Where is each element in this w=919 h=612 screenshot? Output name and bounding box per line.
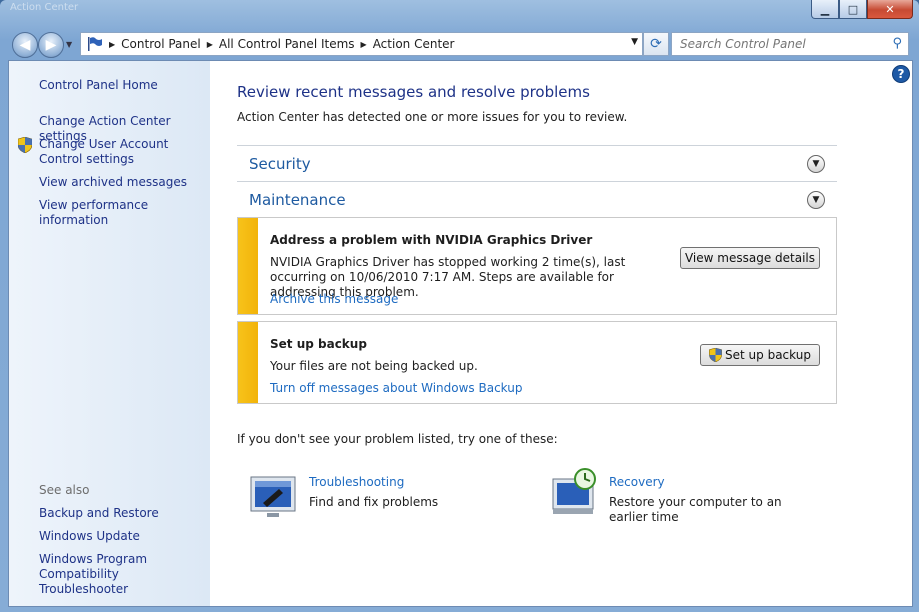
- set-up-backup-button[interactable]: Set up backup: [700, 344, 820, 366]
- section-security-label: Security: [249, 155, 311, 173]
- see-also-label: See also: [39, 483, 90, 497]
- recent-pages-dropdown-icon[interactable]: ▼: [66, 40, 72, 49]
- troubleshooting-link[interactable]: Troubleshooting: [309, 475, 404, 489]
- set-up-backup-label: Set up backup: [725, 348, 811, 362]
- search-icon[interactable]: ⚲: [892, 36, 902, 51]
- message-title: Set up backup: [270, 337, 367, 351]
- see-also-windows-update[interactable]: Windows Update: [39, 529, 140, 544]
- sidebar-control-panel-home[interactable]: Control Panel Home: [39, 78, 158, 93]
- see-also-backup-and-restore[interactable]: Backup and Restore: [39, 506, 159, 521]
- warning-stripe: [238, 322, 258, 403]
- try-these-text: If you don't see your problem listed, tr…: [237, 432, 558, 446]
- breadcrumb-separator-icon[interactable]: ▶: [109, 40, 115, 49]
- maximize-button[interactable]: □: [839, 0, 867, 19]
- minimize-button[interactable]: ▁: [811, 0, 839, 19]
- search-input[interactable]: [678, 33, 882, 55]
- uac-shield-icon: [709, 348, 722, 362]
- section-maintenance-label: Maintenance: [249, 191, 346, 209]
- content-area: Control Panel Home Change Action Center …: [8, 60, 913, 607]
- section-maintenance[interactable]: Maintenance ▼: [237, 181, 837, 217]
- recovery-link[interactable]: Recovery: [609, 475, 665, 489]
- close-button[interactable]: ✕: [867, 0, 913, 19]
- address-bar[interactable]: ▶ Control Panel ▶ All Control Panel Item…: [80, 32, 643, 56]
- breadcrumb-control-panel[interactable]: Control Panel: [121, 37, 201, 51]
- recovery-description: Restore your computer to an earlier time: [609, 495, 782, 524]
- breadcrumb-separator-icon[interactable]: ▶: [207, 40, 213, 49]
- tool-recovery: Recovery Restore your computer to an ear…: [549, 465, 849, 525]
- navigation-bar: ◀ ▶ ▼ ▶ Control Panel ▶ All Control Pane…: [8, 30, 911, 58]
- sidebar-view-archived-messages[interactable]: View archived messages: [39, 175, 187, 190]
- troubleshooting-icon: [250, 476, 296, 517]
- chevron-down-icon[interactable]: ▼: [807, 155, 825, 173]
- turn-off-backup-messages-link[interactable]: Turn off messages about Windows Backup: [270, 381, 522, 395]
- forward-arrow-icon[interactable]: ▶: [38, 32, 64, 58]
- address-dropdown-icon[interactable]: ▼: [631, 37, 638, 47]
- action-center-flag-icon: [88, 37, 102, 51]
- archive-message-link[interactable]: Archive this message: [270, 292, 398, 306]
- message-card-nvidia: Address a problem with NVIDIA Graphics D…: [237, 217, 837, 315]
- uac-shield-icon: [18, 137, 32, 153]
- message-card-backup: Set up backup Your files are not being b…: [237, 321, 837, 404]
- section-security[interactable]: Security ▼: [237, 145, 837, 181]
- tool-troubleshooting: Troubleshooting Find and fix problems: [249, 475, 509, 525]
- search-box: ⚲: [671, 32, 909, 56]
- back-arrow-icon[interactable]: ◀: [12, 32, 38, 58]
- recovery-icon: [552, 468, 596, 514]
- caption-buttons: ▁ □ ✕: [811, 0, 913, 19]
- page-subtitle: Action Center has detected one or more i…: [237, 110, 628, 124]
- refresh-icon[interactable]: ⟳: [643, 32, 669, 56]
- message-body: Your files are not being backed up.: [270, 359, 478, 373]
- main-panel: Review recent messages and resolve probl…: [237, 61, 897, 606]
- breadcrumb-action-center[interactable]: Action Center: [373, 37, 455, 51]
- breadcrumb-all-items[interactable]: All Control Panel Items: [219, 37, 355, 51]
- breadcrumb-separator-icon[interactable]: ▶: [361, 40, 367, 49]
- chevron-down-icon[interactable]: ▼: [807, 191, 825, 209]
- window: Action Center ▁ □ ✕ ◀ ▶ ▼ ▶ Control Pane…: [0, 0, 919, 612]
- title-bar[interactable]: Action Center ▁ □ ✕: [0, 0, 919, 28]
- message-title: Address a problem with NVIDIA Graphics D…: [270, 233, 593, 247]
- window-title: Action Center: [10, 2, 79, 13]
- sidebar: Control Panel Home Change Action Center …: [9, 61, 210, 606]
- sidebar-change-uac-settings[interactable]: Change User Account Control settings: [39, 137, 204, 167]
- view-message-details-button[interactable]: View message details: [680, 247, 820, 269]
- sidebar-view-performance-information[interactable]: View performance information: [39, 198, 210, 228]
- page-title: Review recent messages and resolve probl…: [237, 83, 590, 101]
- warning-stripe: [238, 218, 258, 314]
- see-also-compatibility-troubleshooter[interactable]: Windows Program Compatibility Troublesho…: [39, 552, 204, 597]
- troubleshooting-description: Find and fix problems: [309, 495, 439, 509]
